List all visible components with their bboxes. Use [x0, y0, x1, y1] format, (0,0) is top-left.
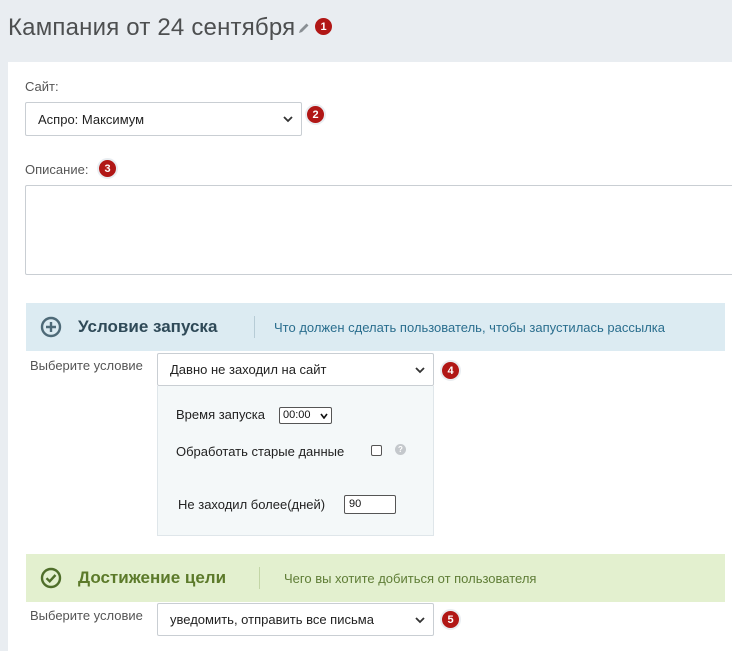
- site-label: Сайт:: [25, 79, 59, 94]
- launch-condition-hint: Что должен сделать пользователь, чтобы з…: [274, 319, 665, 335]
- process-old-label: Обработать старые данные: [176, 444, 345, 459]
- launch-time-select[interactable]: 00:00: [279, 407, 332, 424]
- days-label: Не заходил более(дней): [178, 497, 326, 512]
- chevron-down-icon: [415, 366, 425, 373]
- hint-badge-5: 5: [440, 609, 461, 630]
- launch-condition-select[interactable]: Давно не заходил на сайт: [157, 353, 434, 386]
- chevron-down-icon: [415, 616, 425, 623]
- plus-circle-icon: [40, 316, 62, 338]
- hint-badge-1: 1: [313, 16, 334, 37]
- launch-condition-label: Выберите условие: [30, 358, 143, 373]
- page-title: Кампания от 24 сентября: [8, 14, 296, 41]
- goal-condition-label: Выберите условие: [30, 608, 143, 623]
- goal-title: Достижение цели: [78, 568, 227, 587]
- goal-divider: [259, 567, 260, 589]
- question-circle-icon[interactable]: ?: [395, 444, 406, 455]
- goal-hint: Чего вы хотите добиться от пользователя: [284, 570, 537, 586]
- hint-badge-3: 3: [97, 158, 118, 179]
- launch-divider: [254, 316, 255, 338]
- goal-header[interactable]: Достижение цели Чего вы хотите добиться …: [26, 554, 725, 602]
- description-label: Описание:: [25, 162, 89, 177]
- pencil-icon[interactable]: [298, 22, 310, 34]
- launch-time-label: Время запуска: [176, 407, 266, 422]
- goal-condition-select[interactable]: уведомить, отправить все письма: [157, 603, 434, 636]
- chevron-down-icon: [320, 413, 328, 419]
- launch-condition-panel: Время запуска 00:00 Обработать старые да…: [157, 386, 434, 536]
- chevron-down-icon: [283, 116, 293, 123]
- goal-condition-value: уведомить, отправить все письма: [170, 612, 374, 627]
- launch-condition-header[interactable]: Условие запуска Что должен сделать польз…: [26, 303, 725, 351]
- process-old-checkbox[interactable]: [371, 445, 382, 456]
- hint-badge-2: 2: [305, 104, 326, 125]
- check-circle-icon: [40, 567, 62, 589]
- days-input[interactable]: 90: [344, 495, 396, 514]
- hint-badge-4: 4: [440, 360, 461, 381]
- description-textarea[interactable]: [25, 185, 732, 275]
- site-select[interactable]: Аспро: Максимум: [25, 102, 302, 136]
- launch-condition-title: Условие запуска: [78, 317, 218, 336]
- site-select-value: Аспро: Максимум: [38, 111, 145, 127]
- launch-condition-value: Давно не заходил на сайт: [170, 362, 327, 377]
- launch-time-value: 00:00: [283, 409, 311, 421]
- campaign-form: Сайт: Аспро: Максимум Описание: Условие …: [8, 62, 732, 651]
